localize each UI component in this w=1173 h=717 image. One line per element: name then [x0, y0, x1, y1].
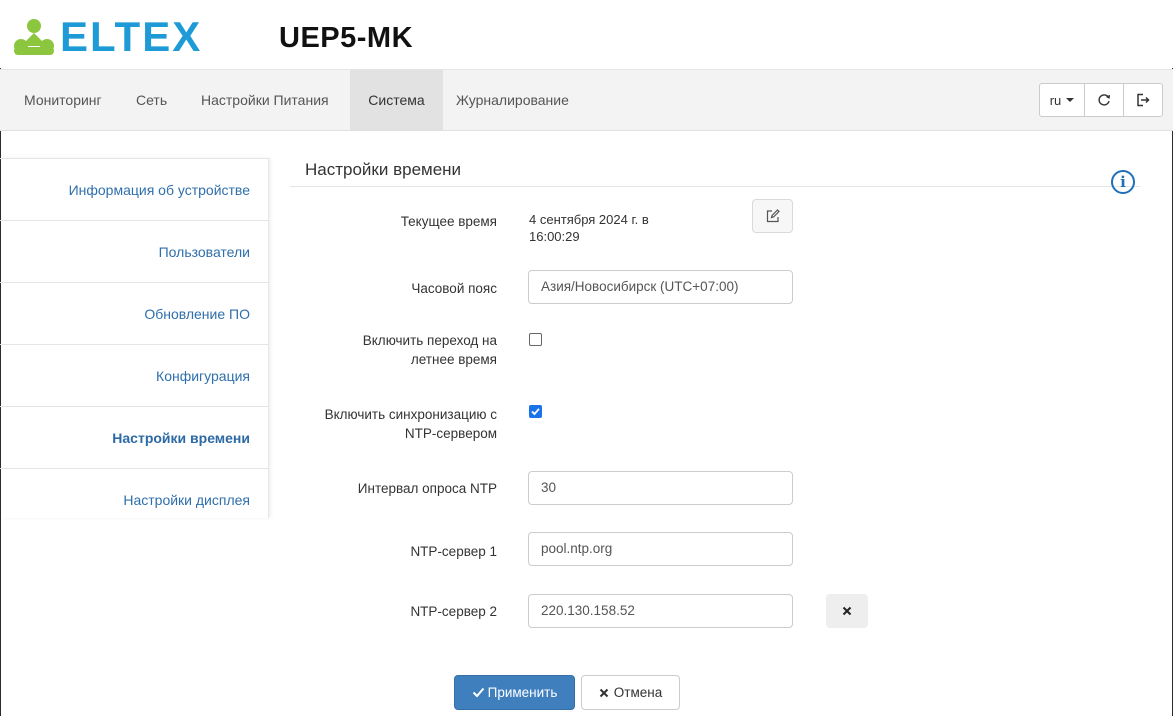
- sidebar-item-time-settings[interactable]: Настройки времени: [0, 406, 268, 468]
- ntp-interval-label: Интервал опроса NTP: [357, 481, 497, 496]
- sidebar-item-users[interactable]: Пользователи: [0, 220, 268, 282]
- ntp-server1-input[interactable]: pool.ntp.org: [528, 532, 793, 566]
- refresh-icon: [1098, 94, 1110, 106]
- ntp-interval-input[interactable]: 30: [528, 471, 793, 505]
- timezone-label: Часовой пояс: [411, 281, 497, 296]
- navbar-tools: ru: [1039, 83, 1163, 117]
- dst-label-line2: летнее время: [410, 352, 497, 367]
- nav-item-power-settings[interactable]: Настройки Питания: [189, 70, 341, 130]
- top-navbar: Мониторинг Сеть Настройки Питания Систем…: [0, 69, 1173, 131]
- nav-item-monitoring[interactable]: Мониторинг: [12, 70, 114, 130]
- eltex-logo-icon: [14, 19, 54, 55]
- info-icon[interactable]: i: [1111, 170, 1135, 194]
- cancel-button[interactable]: Отмена: [581, 675, 680, 710]
- dst-label: Включить переход на летнее время: [363, 331, 497, 369]
- current-time-clock: 16:00:29: [529, 229, 580, 244]
- eltex-logo[interactable]: ELTEX: [12, 16, 202, 58]
- device-title: UEP5-MK: [279, 22, 414, 54]
- check-icon: [472, 687, 484, 698]
- ntp-server2-input[interactable]: 220.130.158.52: [528, 594, 793, 628]
- header: ELTEX UEP5-MK: [0, 0, 1173, 68]
- close-icon: [599, 688, 608, 697]
- nav-item-system[interactable]: Система: [350, 70, 443, 130]
- logout-button[interactable]: [1123, 83, 1163, 117]
- check-icon: [531, 408, 540, 416]
- sidebar-item-display-settings[interactable]: Настройки дисплея: [0, 468, 268, 518]
- remove-ntp-server2-button[interactable]: [826, 594, 868, 628]
- current-time-date: 4 сентября 2024 г. в: [529, 212, 649, 227]
- language-dropdown[interactable]: ru: [1039, 83, 1085, 117]
- nav-item-logging[interactable]: Журналирование: [444, 70, 581, 130]
- sidebar: Информация об устройстве Пользователи Об…: [0, 158, 269, 518]
- ntp-sync-label-line2: NTP-сервером: [404, 426, 497, 441]
- dst-checkbox[interactable]: [529, 333, 542, 346]
- apply-button[interactable]: Применить: [454, 675, 575, 710]
- refresh-button[interactable]: [1084, 83, 1124, 117]
- edit-time-button[interactable]: [752, 199, 793, 233]
- sidebar-item-device-info[interactable]: Информация об устройстве: [0, 158, 268, 220]
- section-divider: [290, 186, 1140, 187]
- ntp-server2-label: NTP-сервер 2: [410, 604, 497, 619]
- timezone-select[interactable]: Азия/Новосибирск (UTC+07:00): [528, 270, 793, 304]
- ntp-sync-label: Включить синхронизацию с NTP-сервером: [325, 405, 497, 443]
- edit-icon: [766, 209, 780, 223]
- apply-label: Применить: [487, 685, 558, 700]
- caret-down-icon: [1066, 98, 1075, 102]
- ntp-sync-label-line1: Включить синхронизацию с: [324, 407, 497, 422]
- logo-text: ELTEX: [60, 13, 203, 60]
- ntp-sync-checkbox[interactable]: [529, 405, 542, 418]
- close-icon: [842, 606, 852, 616]
- logout-icon: [1137, 93, 1150, 107]
- ntp-server1-label: NTP-сервер 1: [410, 544, 497, 559]
- language-value: ru: [1049, 92, 1062, 108]
- section-title: Настройки времени: [305, 160, 462, 179]
- nav-item-network[interactable]: Сеть: [124, 70, 179, 130]
- cancel-label: Отмена: [613, 685, 663, 700]
- sidebar-item-firmware-update[interactable]: Обновление ПО: [0, 282, 268, 344]
- current-time-label: Текущее время: [400, 214, 497, 229]
- dst-label-line1: Включить переход на: [362, 333, 497, 348]
- current-time-value: 4 сентября 2024 г. в 16:00:29: [529, 211, 649, 245]
- sidebar-item-configuration[interactable]: Конфигурация: [0, 344, 268, 406]
